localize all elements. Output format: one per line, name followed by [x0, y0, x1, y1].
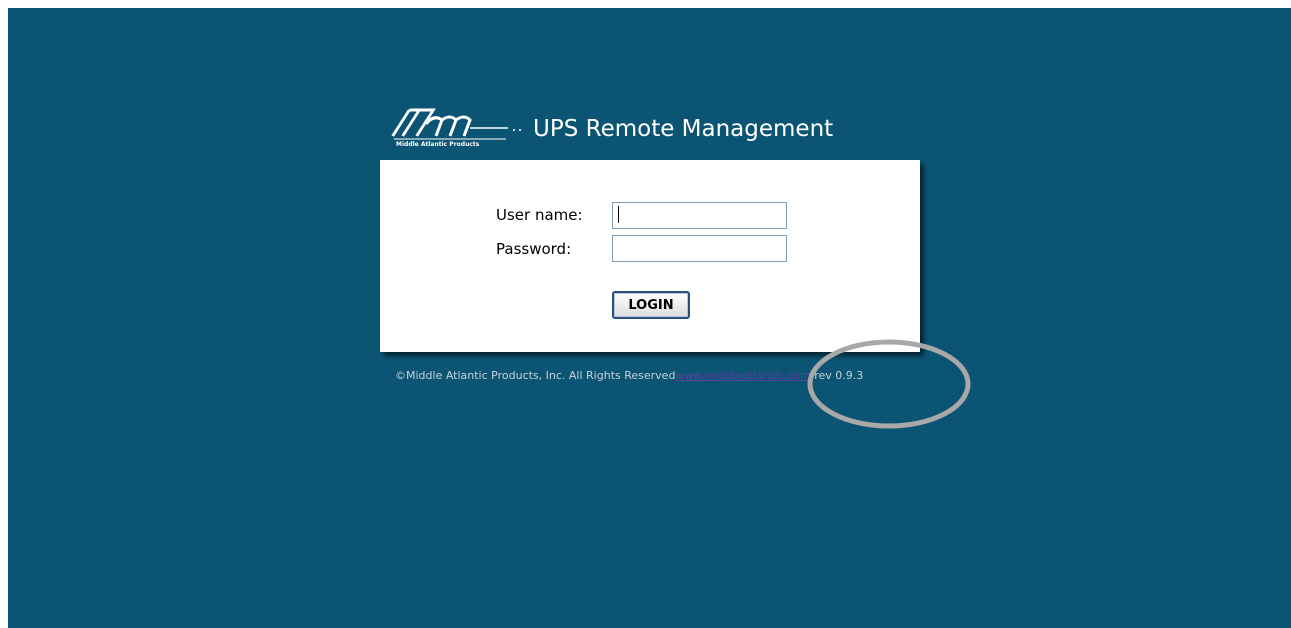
username-field-wrapper [612, 202, 787, 229]
header: Middle Atlantic Products UPS Remote Mana… [381, 104, 901, 156]
app-title: UPS Remote Management [533, 116, 834, 142]
username-label: User name: [496, 206, 583, 224]
username-input[interactable] [612, 202, 787, 229]
annotation-ellipse [807, 339, 971, 429]
login-button[interactable]: LOGIN [612, 291, 690, 319]
password-label: Password: [496, 240, 572, 258]
website-link[interactable]: www.middleatlantic.com [675, 369, 810, 382]
text-cursor [618, 206, 619, 223]
login-panel: User name: Password: LOGIN [380, 160, 920, 352]
middle-atlantic-logo-icon: Middle Atlantic Products [391, 108, 521, 148]
page-background: Middle Atlantic Products UPS Remote Mana… [8, 8, 1291, 628]
password-input[interactable] [612, 235, 787, 262]
logo-caption: Middle Atlantic Products [396, 141, 480, 148]
copyright-text: ©Middle Atlantic Products, Inc. All Righ… [395, 369, 676, 382]
footer: ©Middle Atlantic Products, Inc. All Righ… [395, 368, 863, 384]
